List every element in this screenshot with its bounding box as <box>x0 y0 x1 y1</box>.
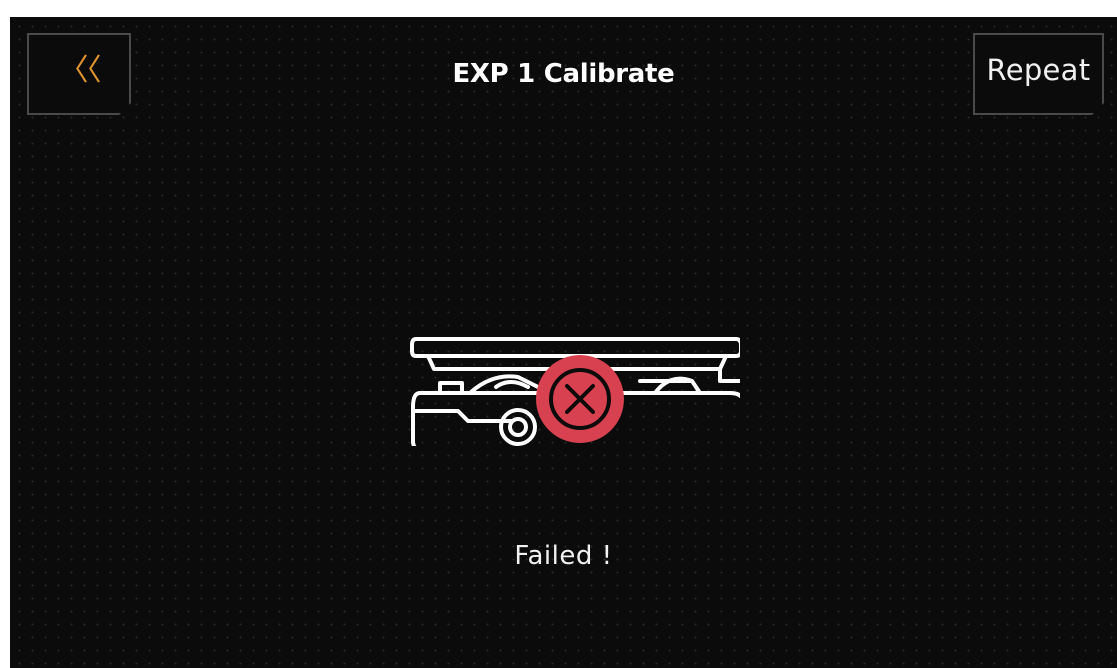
repeat-button-label: Repeat <box>986 53 1091 87</box>
calibration-status-message: Failed ! <box>514 541 613 571</box>
calibration-screen: 〈〈 EXP 1 Calibrate Repeat Failed ! <box>10 17 1117 668</box>
error-x-icon <box>536 355 624 443</box>
page-title: EXP 1 Calibrate <box>452 59 675 89</box>
repeat-button[interactable]: Repeat <box>973 33 1104 115</box>
expression-pedal-icon <box>410 337 740 446</box>
